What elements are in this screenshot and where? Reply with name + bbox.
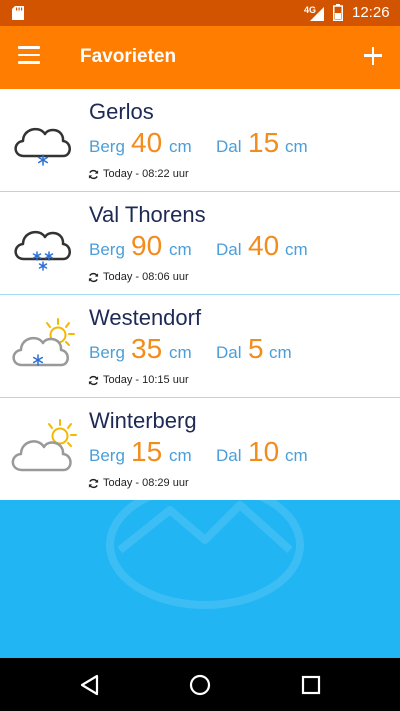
refresh-icon [88, 169, 99, 180]
last-updated: Today - 08:22 uur [103, 168, 189, 180]
home-icon[interactable] [187, 672, 213, 698]
berg-snow-depth: 15 [131, 436, 163, 467]
app-bar: Favorieten [0, 26, 400, 89]
berg-label: Berg [89, 343, 125, 362]
resort-card[interactable]: Winterberg Berg 15 cm Dal 10 cm Today - … [0, 398, 400, 501]
favorites-list: Gerlos Berg 40 cm Dal 15 cm Today - 08:2… [0, 89, 400, 501]
page-title: Favorieten [80, 46, 177, 67]
refresh-icon [88, 375, 99, 386]
dal-snow-depth: 10 [248, 436, 280, 467]
battery-icon [333, 4, 343, 21]
back-icon[interactable] [77, 672, 103, 698]
dal-label: Dal [216, 343, 242, 362]
berg-snow-depth: 40 [131, 127, 163, 158]
resort-name: Val Thorens [89, 202, 206, 227]
dal-snow-depth: 15 [248, 127, 280, 158]
cloud-snow-icon [14, 127, 71, 166]
berg-unit: cm [169, 343, 192, 362]
resort-name: Westendorf [89, 305, 202, 330]
berg-unit: cm [169, 240, 192, 259]
watermark-logo-icon [106, 500, 304, 609]
dal-snow-depth: 5 [248, 333, 264, 364]
sun-cloud-snow-icon [12, 318, 75, 367]
status-bar: 4G 12:26 [0, 0, 400, 26]
cloud-heavy-snow-icon [14, 230, 71, 271]
berg-label: Berg [89, 446, 125, 465]
dal-label: Dal [216, 240, 242, 259]
berg-label: Berg [89, 137, 125, 156]
signal-icon [310, 7, 324, 21]
berg-unit: cm [169, 446, 192, 465]
berg-snow-depth: 90 [131, 230, 163, 261]
resort-name: Winterberg [89, 408, 197, 433]
refresh-icon [88, 478, 99, 489]
dal-snow-depth: 40 [248, 230, 280, 261]
refresh-icon [88, 272, 99, 283]
add-favorite-button[interactable] [360, 43, 386, 69]
hamburger-menu-icon[interactable] [18, 46, 44, 68]
background-area [0, 500, 400, 658]
last-updated: Today - 10:15 uur [103, 374, 189, 386]
navigation-bar [0, 658, 400, 711]
dal-unit: cm [285, 137, 308, 156]
dal-unit: cm [285, 446, 308, 465]
sd-card-icon [12, 6, 24, 20]
dal-label: Dal [216, 446, 242, 465]
resort-card[interactable]: Westendorf Berg 35 cm Dal 5 cm Today - 1… [0, 295, 400, 398]
dal-unit: cm [269, 343, 292, 362]
berg-unit: cm [169, 137, 192, 156]
last-updated: Today - 08:29 uur [103, 477, 189, 489]
berg-label: Berg [89, 240, 125, 259]
last-updated: Today - 08:06 uur [103, 271, 189, 283]
resort-card[interactable]: Gerlos Berg 40 cm Dal 15 cm Today - 08:2… [0, 89, 400, 192]
sun-cloud-icon [11, 419, 77, 472]
resort-card[interactable]: Val Thorens Berg 90 cm Dal 40 cm Today -… [0, 192, 400, 295]
recents-icon[interactable] [298, 672, 324, 698]
clock: 12:26 [352, 4, 390, 21]
dal-unit: cm [285, 240, 308, 259]
dal-label: Dal [216, 137, 242, 156]
resort-name: Gerlos [89, 99, 154, 124]
berg-snow-depth: 35 [131, 333, 163, 364]
